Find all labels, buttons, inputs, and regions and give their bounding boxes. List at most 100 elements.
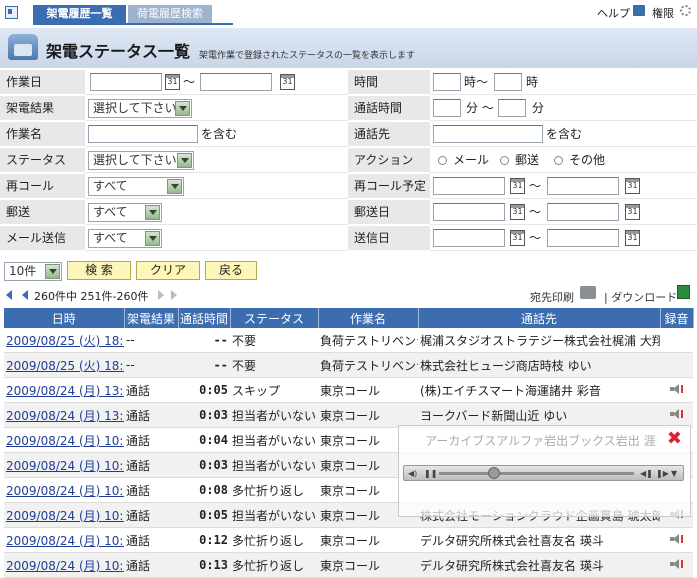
- pause-icon[interactable]: ❚❚: [424, 469, 437, 478]
- calendar-icon[interactable]: 31: [625, 204, 640, 220]
- date-link[interactable]: 2009/08/24 (月) 10:16: [6, 459, 124, 473]
- printer-icon[interactable]: [580, 286, 596, 299]
- call-result-select[interactable]: 選択して下さい: [88, 99, 192, 118]
- chevron-down-icon[interactable]: [45, 264, 60, 279]
- date-cell[interactable]: 2009/08/25 (火) 18:31: [4, 328, 124, 353]
- column-header[interactable]: ステータス: [230, 308, 319, 328]
- date-cell[interactable]: 2009/08/24 (月) 13:06: [4, 377, 124, 403]
- date-link[interactable]: 2009/08/24 (月) 10:16: [6, 484, 124, 498]
- date-link[interactable]: 2009/08/25 (火) 18:31: [6, 359, 124, 373]
- first-page-icon[interactable]: [6, 290, 12, 300]
- gear-icon[interactable]: [680, 5, 691, 16]
- excel-icon[interactable]: [677, 285, 690, 299]
- mail-date-to-input[interactable]: [547, 203, 619, 221]
- call-target-input[interactable]: [433, 125, 543, 143]
- date-cell[interactable]: 2009/08/25 (火) 18:31: [4, 352, 124, 378]
- seek-track[interactable]: [439, 472, 634, 475]
- print-address-link[interactable]: 宛先印刷: [530, 289, 574, 305]
- date-cell[interactable]: 2009/08/24 (月) 10:24: [4, 427, 124, 453]
- calendar-icon[interactable]: 31: [510, 204, 525, 220]
- column-header[interactable]: 作業名: [318, 308, 419, 328]
- calendar-icon[interactable]: 31: [625, 230, 640, 246]
- mail-select[interactable]: すべて: [88, 203, 162, 222]
- send-date-to-input[interactable]: [547, 229, 619, 247]
- calendar-icon[interactable]: 31: [625, 178, 640, 194]
- prev-page-icon[interactable]: [22, 290, 28, 300]
- calendar-icon[interactable]: 31: [165, 74, 180, 90]
- date-link[interactable]: 2009/08/25 (火) 18:31: [6, 334, 124, 348]
- recording-cell[interactable]: [660, 377, 693, 403]
- recording-cell[interactable]: [660, 402, 693, 428]
- calendar-icon[interactable]: 31: [510, 230, 525, 246]
- chevron-down-icon[interactable]: [175, 101, 190, 116]
- recording-cell[interactable]: [660, 527, 693, 553]
- date-cell[interactable]: 2009/08/24 (月) 13:06: [4, 402, 124, 428]
- chevron-down-icon[interactable]: [177, 153, 192, 168]
- chevron-down-icon[interactable]: [167, 179, 182, 194]
- work-name-cell: 東京コール: [318, 552, 418, 578]
- help-book-icon[interactable]: [633, 5, 645, 16]
- per-page-select[interactable]: 10件: [4, 262, 62, 281]
- permission-link[interactable]: 権限: [652, 5, 674, 21]
- chevron-down-icon[interactable]: [145, 231, 160, 246]
- email-send-select[interactable]: すべて: [88, 229, 162, 248]
- date-link[interactable]: 2009/08/24 (月) 10:24: [6, 434, 124, 448]
- date-link[interactable]: 2009/08/24 (月) 10:15: [6, 534, 124, 548]
- date-link[interactable]: 2009/08/24 (月) 13:06: [6, 384, 124, 398]
- download-link[interactable]: | ダウンロード: [604, 289, 677, 305]
- speaker-icon[interactable]: [669, 559, 684, 569]
- search-button[interactable]: 検 索: [67, 261, 131, 280]
- work-date-from-input[interactable]: [90, 73, 162, 91]
- minute-from-input[interactable]: [433, 99, 461, 117]
- recording-cell[interactable]: [660, 552, 693, 578]
- column-header[interactable]: 通話先: [418, 308, 661, 328]
- recall-select[interactable]: すべて: [88, 177, 184, 196]
- hour-from-input[interactable]: [433, 73, 461, 91]
- date-cell[interactable]: 2009/08/24 (月) 10:16: [4, 452, 124, 478]
- column-header[interactable]: 日時: [4, 308, 125, 328]
- column-header[interactable]: 通話時間: [178, 308, 231, 328]
- last-page-icon[interactable]: [171, 290, 177, 300]
- hour-to-input[interactable]: [494, 73, 522, 91]
- recall-schedule-to-input[interactable]: [547, 177, 619, 195]
- action-radio-mail[interactable]: [438, 156, 447, 165]
- column-header[interactable]: 架電結果: [124, 308, 179, 328]
- date-cell[interactable]: 2009/08/24 (月) 10:16: [4, 477, 124, 503]
- action-radio-other[interactable]: [554, 156, 563, 165]
- status-select[interactable]: 選択して下さい: [88, 151, 194, 170]
- help-link[interactable]: ヘルプ: [597, 5, 630, 21]
- send-date-from-input[interactable]: [433, 229, 505, 247]
- work-date-to-input[interactable]: [200, 73, 272, 91]
- form-row-recall: 再コール すべて 再コール予定 31 ～ 31: [0, 174, 697, 200]
- date-cell[interactable]: 2009/08/24 (月) 10:15: [4, 527, 124, 553]
- back-button[interactable]: 戻る: [205, 261, 257, 280]
- volume-icon[interactable]: ◀): [408, 469, 417, 478]
- chevron-down-icon[interactable]: [145, 205, 160, 220]
- next-page-icon[interactable]: [158, 290, 164, 300]
- action-radio-post[interactable]: [500, 156, 509, 165]
- speaker-icon[interactable]: [669, 534, 684, 544]
- home-icon[interactable]: [5, 6, 18, 19]
- tab-call-search[interactable]: 荷電履歴検索: [128, 5, 212, 23]
- calendar-icon[interactable]: 31: [510, 178, 525, 194]
- recall-schedule-from-input[interactable]: [433, 177, 505, 195]
- forward-icon[interactable]: ❚▶: [656, 469, 669, 478]
- date-link[interactable]: 2009/08/24 (月) 10:15: [6, 509, 124, 523]
- date-link[interactable]: 2009/08/24 (月) 10:15: [6, 559, 124, 573]
- clear-button[interactable]: クリア: [136, 261, 200, 280]
- menu-down-icon[interactable]: ▼: [671, 469, 677, 478]
- tab-call-history[interactable]: 架電履歴一覧: [33, 5, 126, 23]
- form-row-call-result: 架電結果 選択して下さい 通話時間 分 ～ 分: [0, 96, 697, 122]
- rewind-icon[interactable]: ◀❚: [640, 469, 653, 478]
- minute-to-input[interactable]: [498, 99, 526, 117]
- mail-date-from-input[interactable]: [433, 203, 505, 221]
- calendar-icon[interactable]: 31: [280, 74, 295, 90]
- work-name-input[interactable]: [88, 125, 198, 143]
- date-link[interactable]: 2009/08/24 (月) 13:06: [6, 409, 124, 423]
- speaker-icon[interactable]: [669, 409, 684, 419]
- date-cell[interactable]: 2009/08/24 (月) 10:15: [4, 502, 124, 528]
- date-cell[interactable]: 2009/08/24 (月) 10:15: [4, 552, 124, 578]
- seek-handle[interactable]: [487, 467, 500, 479]
- speaker-icon[interactable]: [669, 384, 684, 394]
- close-icon[interactable]: ✖: [667, 428, 682, 449]
